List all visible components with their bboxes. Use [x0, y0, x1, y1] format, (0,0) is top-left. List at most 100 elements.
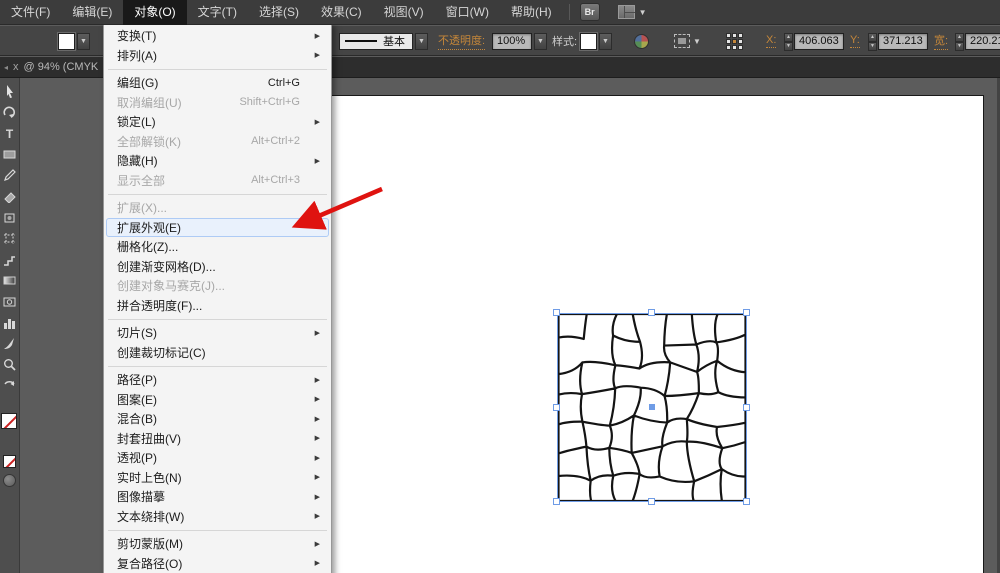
menu-item[interactable]: 复合路径(O)▶	[106, 554, 329, 573]
fill-stroke-control[interactable]	[1, 413, 19, 439]
fill-color-swatch[interactable]	[1, 413, 17, 429]
steps-tool-icon[interactable]	[2, 252, 18, 267]
selection-center-point[interactable]	[649, 404, 655, 410]
brush-tool-icon[interactable]	[2, 336, 18, 351]
x-position-link[interactable]: X:	[766, 34, 776, 48]
draw-mode-button[interactable]	[3, 474, 16, 487]
tab-scroll-icon[interactable]: ◂	[4, 63, 8, 72]
menu-item[interactable]: 图像描摹▶	[106, 487, 329, 507]
menu-item[interactable]: 混合(B)▶	[106, 409, 329, 429]
selection-handle[interactable]	[648, 498, 655, 505]
selection-handle[interactable]	[743, 404, 750, 411]
selection-handle[interactable]	[648, 309, 655, 316]
submenu-arrow-icon: ▶	[312, 157, 320, 165]
column-graph-tool-icon[interactable]	[2, 315, 18, 330]
submenu-arrow-icon: ▶	[312, 493, 320, 501]
width-link[interactable]: 宽:	[934, 32, 948, 50]
menu-item[interactable]: 封套扭曲(V)▶	[106, 429, 329, 449]
menu-item[interactable]: 切片(S)▶	[106, 323, 329, 343]
opacity-input[interactable]: 100%	[492, 33, 532, 50]
menu-item[interactable]: 图案(E)▶	[106, 390, 329, 410]
workspace-layout-icon	[618, 5, 635, 19]
selection-handle[interactable]	[743, 498, 750, 505]
menu-item[interactable]: 排列(A)▶	[106, 46, 329, 66]
symbol-tool-icon[interactable]	[2, 294, 18, 309]
menubar-item[interactable]: 对象(O)	[123, 0, 186, 25]
menu-item-label: 创建对象马赛克(J)...	[117, 277, 312, 294]
graphic-style-dropdown[interactable]: ▼	[599, 33, 612, 50]
graphic-style-swatch[interactable]	[580, 33, 597, 50]
knife-tool-icon[interactable]	[2, 210, 18, 225]
menu-item[interactable]: 拼合透明度(F)...	[106, 296, 329, 316]
chevron-down-icon[interactable]: ▼	[693, 37, 701, 46]
menu-item[interactable]: 剪切蒙版(M)▶	[106, 534, 329, 554]
menu-item[interactable]: 变换(T)▶	[106, 26, 329, 46]
submenu-arrow-icon: ▶	[312, 118, 320, 126]
menu-item[interactable]: 编组(G)Ctrl+G	[106, 73, 329, 93]
hand-tool-icon[interactable]	[2, 105, 18, 120]
menu-item[interactable]: 创建裁切标记(C)	[106, 343, 329, 363]
selection-handle[interactable]	[553, 498, 560, 505]
menu-item[interactable]: 文本绕排(W)▶	[106, 507, 329, 527]
menu-item[interactable]: 创建渐变网格(D)...	[106, 257, 329, 277]
menu-item-label: 图案(E)	[117, 391, 312, 408]
opacity-dropdown[interactable]: ▼	[534, 33, 547, 50]
workspace-switcher[interactable]: ▼	[618, 5, 647, 19]
menubar-item[interactable]: 效果(C)	[310, 0, 373, 25]
selection-tool-icon[interactable]	[2, 84, 18, 99]
menubar-item[interactable]: 帮助(H)	[500, 0, 563, 25]
gradient-tool-icon[interactable]	[2, 273, 18, 288]
rectangle-tool-icon[interactable]	[2, 147, 18, 162]
width-stepper[interactable]: ▲▼	[955, 33, 964, 50]
menu-item[interactable]: 锁定(L)▶	[106, 112, 329, 132]
menubar-item[interactable]: 编辑(E)	[61, 0, 123, 25]
menu-item[interactable]: 路径(P)▶	[106, 370, 329, 390]
opacity-link[interactable]: 不透明度:	[438, 32, 485, 50]
width-input[interactable]: 220.212	[965, 33, 1000, 50]
menubar-item[interactable]: 文字(T)	[187, 0, 248, 25]
reference-point-locator[interactable]	[726, 33, 743, 50]
submenu-arrow-icon: ▶	[312, 434, 320, 442]
menubar-item[interactable]: 视图(V)	[373, 0, 435, 25]
eraser-tool-icon[interactable]	[2, 189, 18, 204]
stroke-style-select[interactable]: 基本	[339, 33, 413, 50]
document-tab-title[interactable]: @ 94% (CMYK	[24, 61, 99, 73]
menu-item[interactable]: 透视(P)▶	[106, 448, 329, 468]
bridge-button[interactable]: Br	[580, 3, 600, 21]
y-position-link[interactable]: Y:	[850, 34, 860, 48]
artboard-tool-icon[interactable]	[2, 231, 18, 246]
fill-color-dropdown[interactable]: ▼	[77, 33, 90, 50]
menubar-item[interactable]: 窗口(W)	[435, 0, 500, 25]
menu-item[interactable]: 实时上色(N)▶	[106, 468, 329, 488]
menu-item[interactable]: 创建对象马赛克(J)...	[106, 276, 329, 296]
zoom-tool-icon[interactable]	[2, 357, 18, 372]
selection-handle[interactable]	[553, 309, 560, 316]
y-stepper[interactable]: ▲▼	[868, 33, 877, 50]
x-position-input[interactable]: 406.063	[794, 33, 844, 50]
none-color-swatch[interactable]	[3, 455, 16, 468]
menu-item[interactable]: 隐藏(H)▶	[106, 151, 329, 171]
menu-item[interactable]: 取消编组(U)Shift+Ctrl+G	[106, 93, 329, 113]
stroke-style-dropdown[interactable]: ▼	[415, 33, 428, 50]
fill-color-control[interactable]	[58, 33, 75, 50]
pattern-object[interactable]	[557, 313, 747, 502]
submenu-arrow-icon: ▶	[312, 32, 320, 40]
recolor-artwork-icon[interactable]	[634, 34, 649, 49]
menubar-item[interactable]: 文件(F)	[0, 0, 61, 25]
swap-arrow-icon[interactable]	[2, 378, 18, 393]
y-position-input[interactable]: 371.213	[878, 33, 928, 50]
tools-panel: T	[0, 78, 20, 573]
menu-separator	[108, 319, 327, 320]
x-stepper[interactable]: ▲▼	[784, 33, 793, 50]
menubar-item[interactable]: 选择(S)	[248, 0, 310, 25]
pencil-tool-icon[interactable]	[2, 168, 18, 183]
chevron-down-icon: ▼	[639, 8, 647, 17]
menu-item[interactable]: 全部解锁(K)Alt+Ctrl+2	[106, 132, 329, 152]
submenu-arrow-icon: ▶	[312, 512, 320, 520]
align-icon[interactable]	[674, 34, 690, 48]
selection-handle[interactable]	[743, 309, 750, 316]
selection-handle[interactable]	[553, 404, 560, 411]
submenu-arrow-icon: ▶	[312, 415, 320, 423]
tab-close-icon[interactable]: x	[13, 61, 19, 73]
type-tool-icon[interactable]: T	[2, 126, 18, 141]
